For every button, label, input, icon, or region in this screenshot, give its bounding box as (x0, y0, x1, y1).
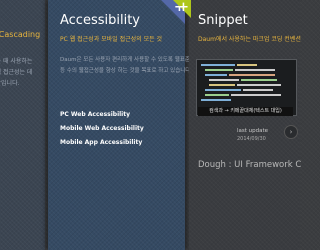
last-update-date: 2014/09/30 (237, 136, 266, 142)
ui-framework-title[interactable]: Dough : UI Framework C (198, 160, 301, 170)
snippet-subtitle: Daum에서 사용하는 마크업 코딩 컨벤션 (198, 36, 301, 43)
accessibility-title[interactable]: Accessibility (60, 13, 140, 28)
accessibility-links: PC Web Accessibility Mobile Web Accessib… (60, 108, 144, 150)
cascading-title[interactable]: & Cascading (0, 30, 40, 39)
cascading-card[interactable]: & Cascading 만들 때 사용하는 봄핵 접근성는 데 약관입니다. (0, 0, 45, 250)
plus-icon[interactable]: + (178, 1, 189, 14)
accessibility-subtitle: PC 웹 접근성과 모바일 접근성의 모든 것 (60, 36, 163, 43)
code-snippet-caption: 컴색과 → 키메끝대체(텍스트 대입) (198, 107, 293, 116)
link-mobile-app-accessibility[interactable]: Mobile App Accessibility (60, 136, 144, 150)
accessibility-description: Daum은 모든 사용자 편리하게 사용할 수 있도록 웹표준 등 수의 웹접근… (60, 57, 193, 74)
last-update-label: last update (237, 128, 269, 134)
link-pc-web-accessibility[interactable]: PC Web Accessibility (60, 108, 144, 122)
chevron-right-icon[interactable]: › (284, 125, 298, 139)
cascading-description: 만들 때 사용하는 봄핵 접근성는 데 약관입니다. (0, 58, 33, 87)
snippet-title[interactable]: Snippet (198, 13, 248, 28)
link-mobile-web-accessibility[interactable]: Mobile Web Accessibility (60, 122, 144, 136)
